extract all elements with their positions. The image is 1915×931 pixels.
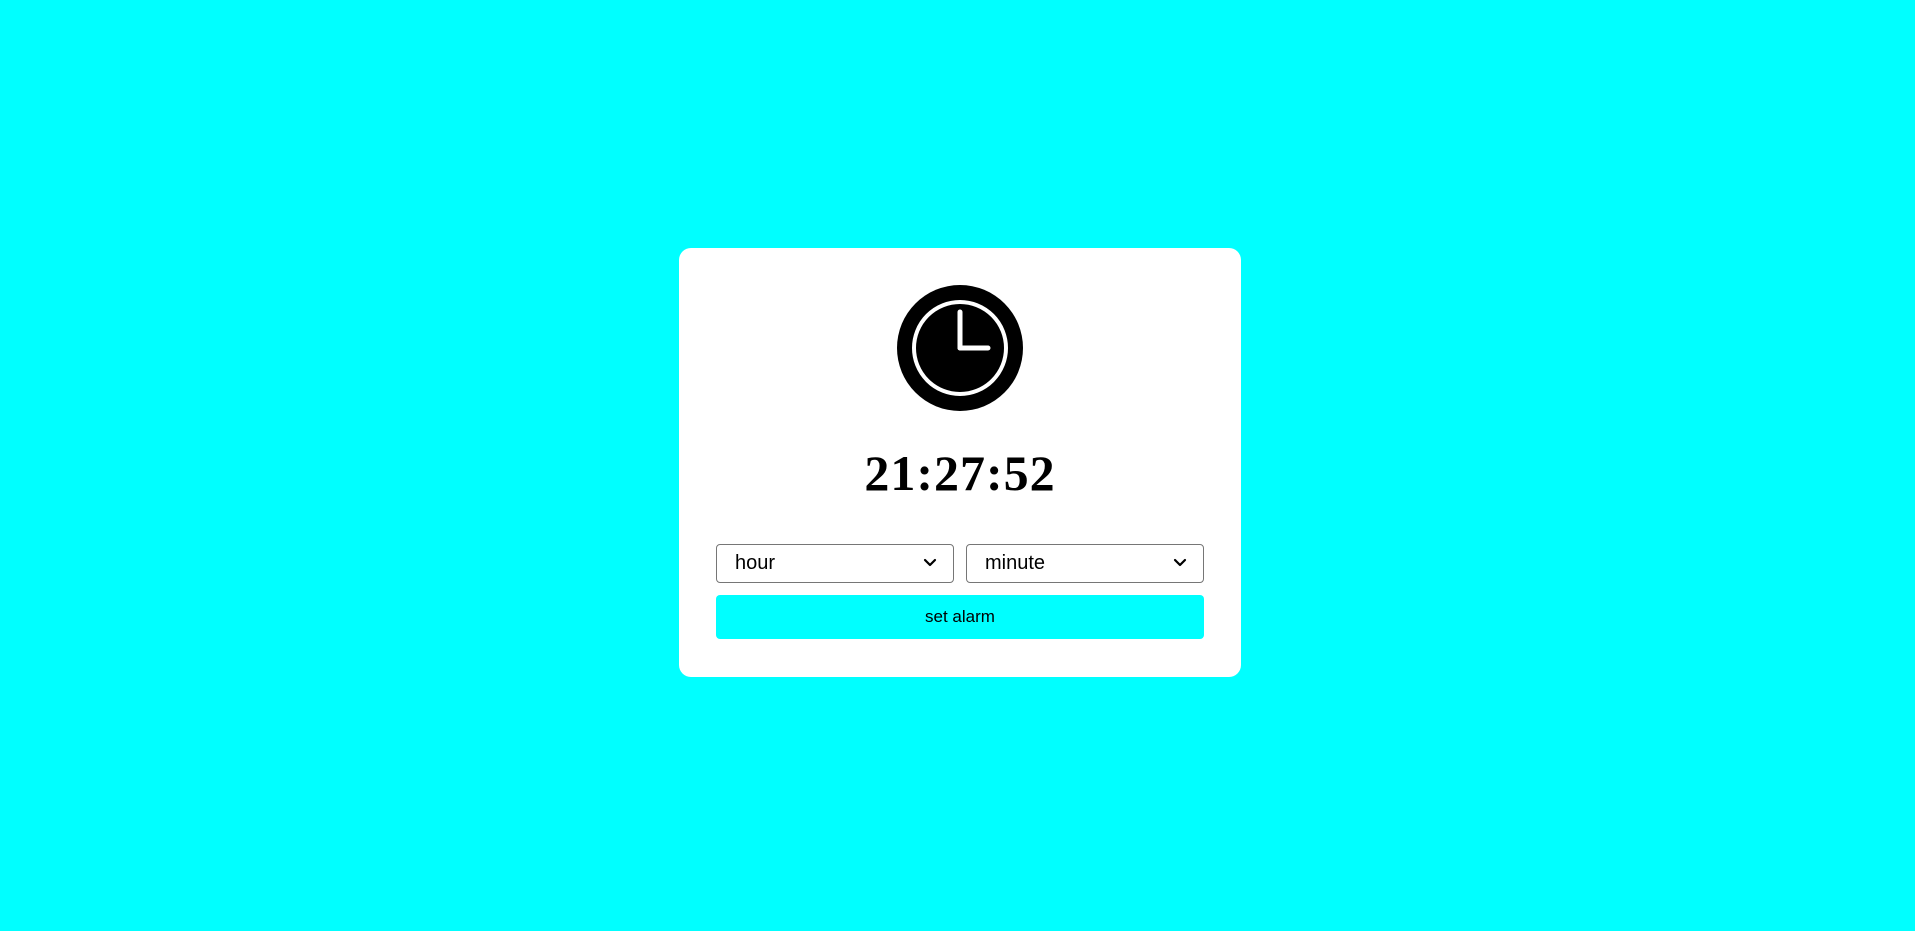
chevron-down-icon (1173, 558, 1187, 568)
minute-select-value: minute (985, 552, 1046, 574)
hour-select-value: hour (735, 552, 776, 574)
current-time: 21:27:52 (864, 445, 1056, 501)
hour-select[interactable]: hour (716, 544, 954, 583)
clock-icon (897, 285, 1023, 411)
alarm-selects: hour minute (716, 544, 1204, 583)
set-alarm-button[interactable]: set alarm (716, 595, 1204, 639)
minute-select[interactable]: minute (966, 544, 1204, 583)
page: 21:27:52 hour minute set alarm (0, 0, 1915, 931)
chevron-down-icon (923, 558, 937, 568)
alarm-card: 21:27:52 hour minute set alarm (679, 248, 1241, 677)
